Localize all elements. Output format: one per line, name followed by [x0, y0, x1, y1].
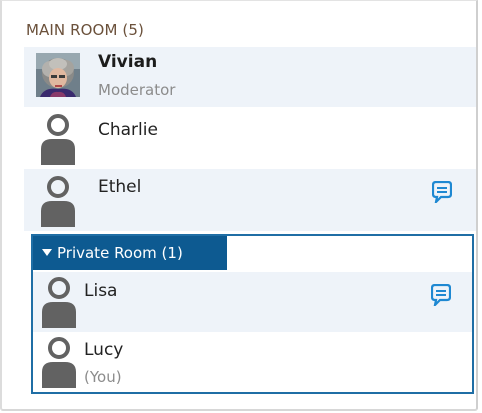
chat-bubble-icon[interactable] [432, 181, 452, 203]
participant-you-note: (You) [84, 368, 122, 386]
participant-panel: MAIN ROOM (5) Vivian Moderator Charlie E… [0, 0, 478, 411]
participant-name: Ethel [98, 177, 142, 197]
main-room-header: MAIN ROOM (5) [26, 21, 144, 39]
avatar [36, 53, 80, 97]
chat-bubble-icon[interactable] [431, 284, 451, 306]
participant-name: Vivian [98, 52, 158, 72]
private-room-tab[interactable]: Private Room (1) [33, 236, 227, 270]
participant-row-lucy[interactable]: Lucy (You) [33, 332, 472, 392]
participant-name: Lucy [84, 340, 124, 360]
participant-name: Lisa [84, 281, 118, 301]
person-silhouette-icon [42, 277, 76, 328]
participant-row-charlie[interactable]: Charlie [24, 107, 476, 169]
private-room-group: Private Room (1) Lisa Lucy (You) [31, 234, 474, 394]
person-silhouette-icon [42, 337, 76, 388]
participant-role: Moderator [98, 81, 176, 99]
participant-row-vivian[interactable]: Vivian Moderator [24, 47, 476, 107]
participant-row-lisa[interactable]: Lisa [33, 272, 472, 332]
person-silhouette-icon [41, 176, 75, 227]
participant-row-ethel[interactable]: Ethel [24, 169, 476, 231]
private-room-label: Private Room (1) [57, 244, 183, 262]
triangle-down-icon [42, 249, 52, 256]
person-silhouette-icon [41, 114, 75, 165]
participant-name: Charlie [98, 120, 158, 140]
